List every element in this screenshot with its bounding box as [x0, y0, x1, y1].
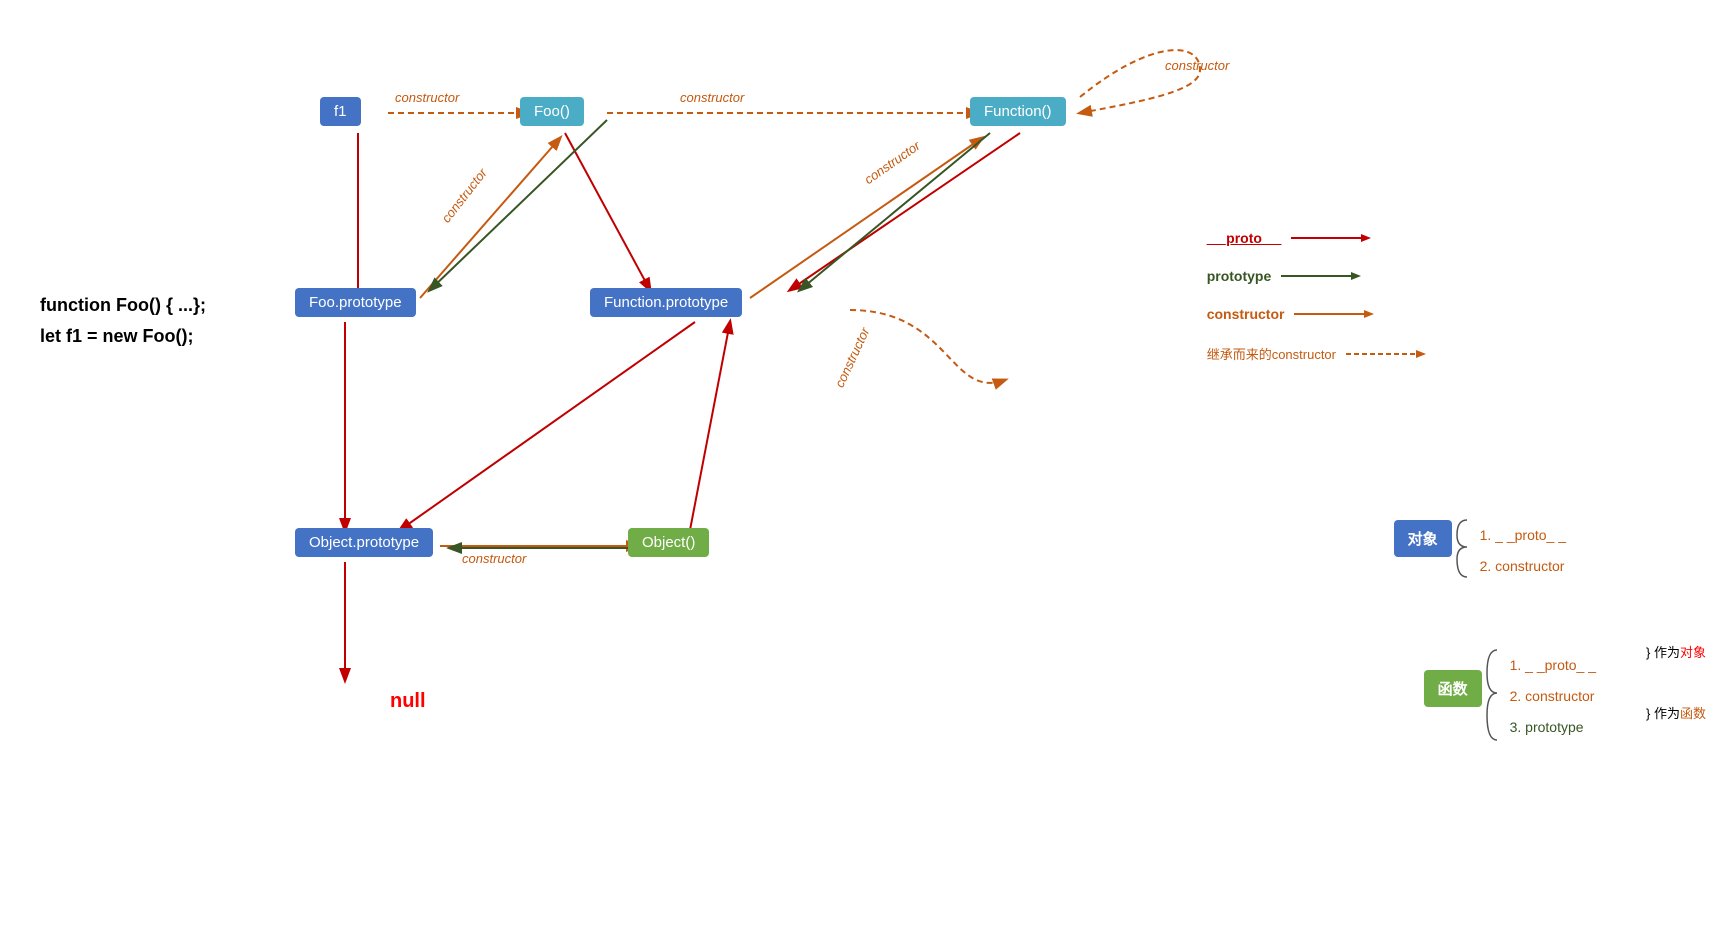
code-block: function Foo() { ...}; let f1 = new Foo(…: [40, 290, 206, 351]
label-fooprototype-foo: constructor: [438, 166, 489, 226]
func-label-box: 函数: [1424, 670, 1482, 707]
func-legend: 函数 1. _ _proto_ _ 2. constructor 3. prot…: [1424, 650, 1596, 742]
label-f1-foo-constructor: constructor: [395, 90, 459, 105]
func-item-3: 3. prototype: [1510, 712, 1596, 743]
node-foo-prototype: Foo.prototype: [295, 288, 416, 317]
code-line1: function Foo() { ...};: [40, 290, 206, 321]
obj-item-2: 2. constructor: [1480, 551, 1566, 582]
obj-item-1: 1. _ _proto_ _: [1480, 520, 1566, 551]
null-label: null: [390, 690, 426, 713]
label-funcprototype-func1: constructor: [862, 138, 923, 187]
node-function-prototype: Function.prototype: [590, 288, 742, 317]
node-foo: Foo(): [520, 97, 584, 126]
node-object-prototype: Object.prototype: [295, 528, 433, 557]
node-function: Function(): [970, 97, 1066, 126]
node-f1: f1: [320, 97, 361, 126]
label-diagonal-constructor: constructor: [832, 325, 873, 390]
legend: _ _proto_ _ prototype constructor 继承而来的c…: [1207, 230, 1426, 363]
label-objprototype-obj: constructor: [462, 551, 526, 566]
func-item-2: 2. constructor: [1510, 681, 1596, 712]
legend-constructor-label: constructor: [1207, 306, 1285, 322]
node-object: Object(): [628, 528, 709, 557]
code-line2: let f1 = new Foo();: [40, 321, 206, 352]
label-function-self-constructor: constructor: [1165, 58, 1229, 73]
func-item-1: 1. _ _proto_ _: [1510, 650, 1596, 681]
legend-prototype-label: prototype: [1207, 268, 1272, 284]
legend-proto-label: _ _proto_ _: [1207, 230, 1282, 246]
label-foo-function-constructor: constructor: [680, 90, 744, 105]
legend-inherited-label: 继承而来的constructor: [1207, 344, 1336, 363]
obj-legend: 对象 1. _ _proto_ _ 2. constructor: [1394, 520, 1566, 582]
obj-label-box: 对象: [1394, 520, 1452, 557]
